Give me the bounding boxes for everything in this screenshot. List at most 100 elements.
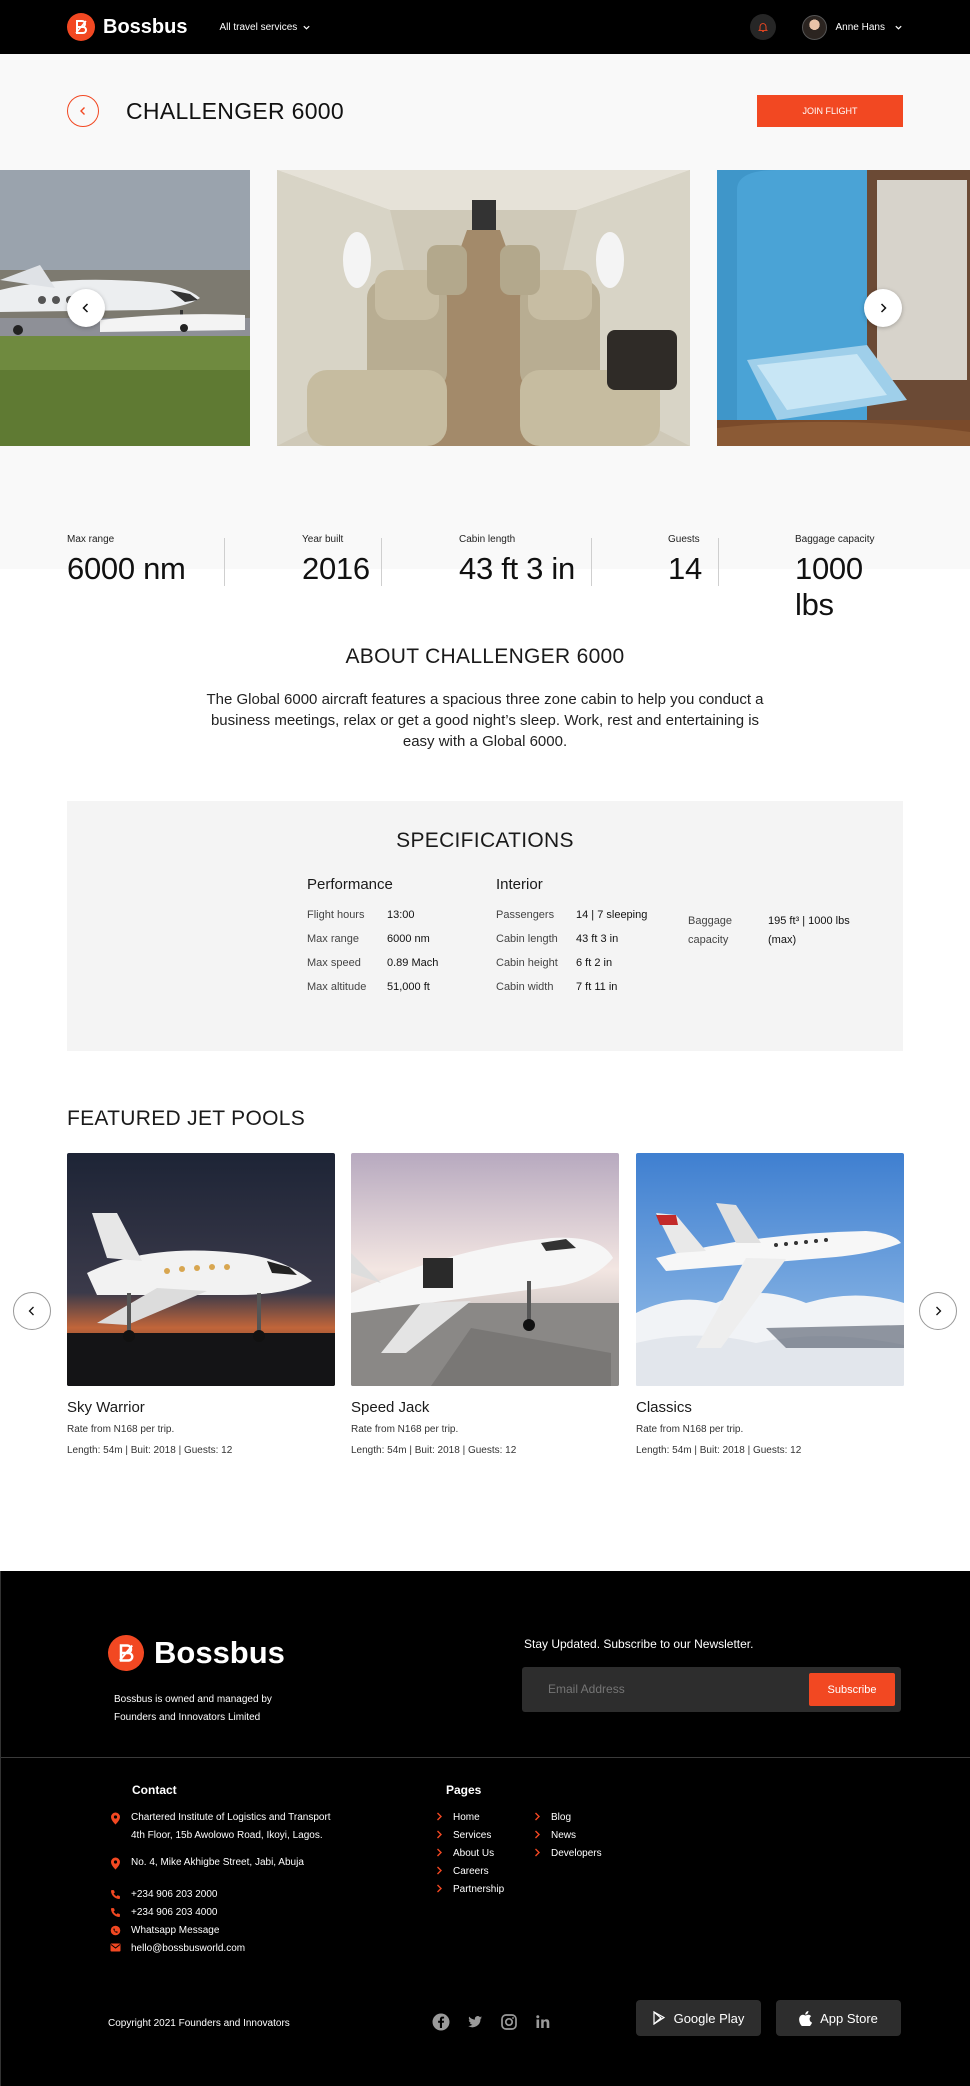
spec-row: Passengers 14 | 7 sleeping xyxy=(496,909,647,933)
stat-value: 43 ft 3 in xyxy=(459,551,575,586)
app-store-button[interactable]: App Store xyxy=(776,2000,901,2036)
jet-name: Speed Jack xyxy=(351,1399,430,1416)
facebook-icon[interactable] xyxy=(432,2013,450,2036)
spec-value: 43 ft 3 in xyxy=(576,933,619,945)
about-text: The Global 6000 aircraft features a spac… xyxy=(206,691,764,750)
stat-label: Guests xyxy=(668,534,700,545)
footer-link-home[interactable]: Home xyxy=(432,1809,480,1827)
stat-label: Cabin length xyxy=(459,534,516,545)
bossbus-logo-icon xyxy=(108,1635,144,1671)
google-play-button[interactable]: Google Play xyxy=(636,2000,761,2036)
jet-name: Sky Warrior xyxy=(67,1399,145,1416)
whatsapp-icon xyxy=(108,1922,122,1940)
jet-rate: Rate from N168 per trip. xyxy=(351,1424,459,1435)
spec-key: Cabin length xyxy=(496,933,558,945)
top-navbar: Bossbus All travel services Anne Hans xyxy=(0,0,970,54)
avatar xyxy=(801,14,827,40)
footer-link-developers[interactable]: Developers xyxy=(530,1845,602,1863)
phone-number: +234 906 203 2000 xyxy=(131,1889,218,1900)
email-address: hello@bossbusworld.com xyxy=(131,1943,246,1954)
pages-title: Pages xyxy=(446,1783,482,1797)
jet-card-sky-warrior[interactable]: Sky Warrior Rate from N168 per trip. Len… xyxy=(67,1153,335,1456)
user-menu[interactable]: Anne Hans xyxy=(801,14,903,40)
email-input[interactable] xyxy=(548,1679,808,1699)
newsletter-form: Subscribe xyxy=(522,1667,901,1712)
footer-link-news[interactable]: News xyxy=(530,1827,576,1845)
footer-link-label: Services xyxy=(453,1830,492,1841)
divider xyxy=(224,538,225,586)
app-store-label: App Store xyxy=(820,2010,878,2026)
spec-value: 195 ft³ | 1000 lbs xyxy=(768,915,850,927)
subscribe-button[interactable]: Subscribe xyxy=(809,1673,895,1706)
aircraft-header: CHALLENGER 6000 JOIN FLIGHT Max range 60… xyxy=(0,54,970,622)
spec-key: Cabin height xyxy=(496,957,558,969)
footer-link-blog[interactable]: Blog xyxy=(530,1809,571,1827)
footer-link-label: Home xyxy=(453,1812,480,1823)
featured-next-button[interactable] xyxy=(919,1292,957,1330)
contact-phone-1[interactable]: +234 906 203 2000 xyxy=(108,1886,217,1904)
jet-meta: Length: 54m | Buit: 2018 | Guests: 12 xyxy=(636,1445,802,1456)
stat-guests: Guests 14 xyxy=(668,534,702,587)
tagline-line: Bossbus is owned and managed by xyxy=(114,1694,272,1705)
chevron-right-icon xyxy=(432,1881,446,1899)
mail-icon xyxy=(108,1940,122,1958)
spec-row: Max altitude 51,000 ft xyxy=(307,981,438,1005)
footer-link-label: Blog xyxy=(551,1812,572,1823)
spec-value: 51,000 ft xyxy=(387,981,430,993)
spec-key: Baggage xyxy=(688,915,733,927)
divider xyxy=(1,1757,970,1758)
chevron-right-icon xyxy=(530,1809,544,1827)
join-flight-button[interactable]: JOIN FLIGHT xyxy=(757,95,903,127)
contact-email[interactable]: hello@bossbusworld.com xyxy=(108,1940,245,1958)
aircraft-stats: Max range 6000 nm Year built 2016 Cabin … xyxy=(67,534,903,622)
instagram-icon[interactable] xyxy=(500,2013,518,2036)
jet-card-classics[interactable]: Classics Rate from N168 per trip. Length… xyxy=(636,1153,904,1456)
spec-key: capacity xyxy=(688,934,729,946)
gallery-image-cabin xyxy=(277,170,690,446)
spec-value: 0.89 Mach xyxy=(387,957,439,969)
footer-link-label: Partnership xyxy=(453,1884,505,1895)
back-button[interactable] xyxy=(67,95,99,127)
featured-prev-button[interactable] xyxy=(13,1292,51,1330)
phone-icon xyxy=(108,1904,122,1922)
stat-value: 1000 lbs xyxy=(795,551,863,622)
footer-link-label: Careers xyxy=(453,1866,489,1877)
contact-phone-2[interactable]: +234 906 203 4000 xyxy=(108,1904,217,1922)
gallery-prev-button[interactable] xyxy=(67,289,105,327)
stat-value: 14 xyxy=(668,551,702,586)
twitter-icon[interactable] xyxy=(466,2013,484,2036)
footer-link-services[interactable]: Services xyxy=(432,1827,491,1845)
chevron-down-icon xyxy=(895,25,902,30)
brand-logo[interactable]: Bossbus xyxy=(67,13,187,41)
footer-link-careers[interactable]: Careers xyxy=(432,1863,489,1881)
copyright: Copyright 2021 Founders and Innovators xyxy=(108,2018,290,2029)
jet-meta: Length: 54m | Buit: 2018 | Guests: 12 xyxy=(351,1445,517,1456)
linkedin-icon[interactable] xyxy=(534,2013,552,2036)
contact-whatsapp[interactable]: Whatsapp Message xyxy=(108,1922,219,1940)
spec-key: Max speed xyxy=(307,957,361,969)
featured-title: FEATURED JET POOLS xyxy=(67,1107,305,1130)
footer-link-about-us[interactable]: About Us xyxy=(432,1845,494,1863)
services-dropdown[interactable]: All travel services xyxy=(219,22,311,33)
notification-bell-icon[interactable] xyxy=(749,14,776,40)
contact-address-lagos: Chartered Institute of Logistics and Tra… xyxy=(108,1809,331,1845)
spec-group-title: Interior xyxy=(496,876,543,893)
bossbus-logo-icon xyxy=(67,13,95,41)
stat-label: Year built xyxy=(302,534,344,545)
jet-meta: Length: 54m | Buit: 2018 | Guests: 12 xyxy=(67,1445,233,1456)
featured-jet-pools: FEATURED JET POOLS Sky Warrior Rate from… xyxy=(0,1051,970,1571)
chevron-right-icon xyxy=(880,303,887,313)
spec-key: Flight hours xyxy=(307,909,365,921)
jet-card-speed-jack[interactable]: Speed Jack Rate from N168 per trip. Leng… xyxy=(351,1153,619,1456)
gallery-next-button[interactable] xyxy=(864,289,902,327)
spec-row: Max speed 0.89 Mach xyxy=(307,957,438,981)
divider xyxy=(381,538,382,586)
stat-cabin-length: Cabin length 43 ft 3 in xyxy=(459,534,575,587)
footer-logo[interactable]: Bossbus xyxy=(108,1635,285,1671)
footer-link-partnership[interactable]: Partnership xyxy=(432,1881,504,1899)
stat-value: 2016 xyxy=(302,551,370,586)
chevron-right-icon xyxy=(530,1827,544,1845)
spec-value: 7 ft 11 in xyxy=(576,981,618,993)
footer: Bossbus Bossbus is owned and managed by … xyxy=(0,1571,970,2086)
spec-value: 14 | 7 sleeping xyxy=(576,909,648,921)
